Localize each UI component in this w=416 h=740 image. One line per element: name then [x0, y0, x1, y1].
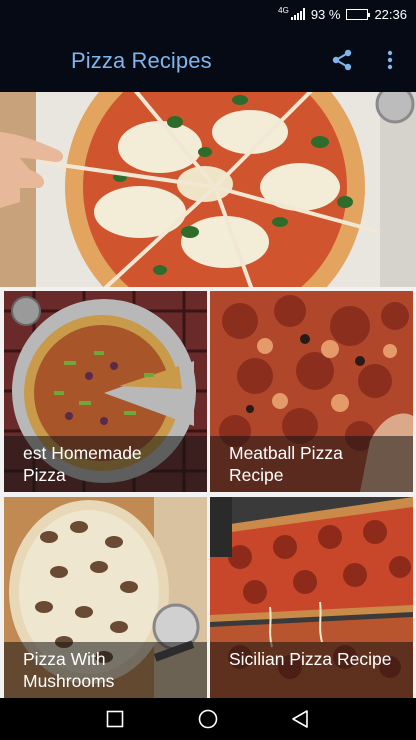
hero-pizza-illustration	[0, 92, 416, 287]
status-indicators: 4G 93 % 22:36	[278, 5, 407, 23]
hero-image	[0, 92, 416, 287]
more-options-button[interactable]	[376, 44, 404, 76]
signal-icon	[290, 8, 305, 20]
app-title: Pizza Recipes	[71, 48, 212, 73]
recipe-card-label: Meatball Pizza Recipe	[210, 436, 413, 492]
recipe-card-label: Sicilian Pizza Recipe	[210, 642, 413, 698]
recipe-card-label: Pizza With Mushrooms	[4, 642, 207, 698]
status-bar: 4G 93 % 22:36	[0, 0, 416, 28]
recipe-card[interactable]: Pizza With Mushrooms	[4, 497, 207, 698]
battery-percent: 93 %	[310, 6, 341, 22]
home-button[interactable]	[193, 705, 223, 733]
network-type: 4G	[278, 5, 289, 15]
recents-button[interactable]	[100, 705, 130, 733]
clock: 22:36	[374, 6, 407, 22]
share-icon	[332, 49, 352, 71]
share-button[interactable]	[326, 44, 358, 76]
navigation-bar	[0, 698, 416, 740]
circle-home-icon	[198, 709, 218, 729]
recipe-grid: est Homemade Pizza Meatball Pizza Recipe	[0, 287, 416, 698]
square-recents-icon	[106, 710, 124, 728]
battery-icon	[346, 8, 371, 20]
recipe-card-label: est Homemade Pizza	[4, 436, 207, 492]
recipe-card[interactable]: est Homemade Pizza	[4, 291, 207, 492]
triangle-back-icon	[292, 710, 308, 728]
app-bar: Pizza Recipes	[0, 28, 416, 92]
more-vert-icon	[387, 50, 393, 70]
recipe-card[interactable]: Meatball Pizza Recipe	[210, 291, 413, 492]
recipe-card[interactable]: Sicilian Pizza Recipe	[210, 497, 413, 698]
back-button[interactable]	[285, 705, 315, 733]
